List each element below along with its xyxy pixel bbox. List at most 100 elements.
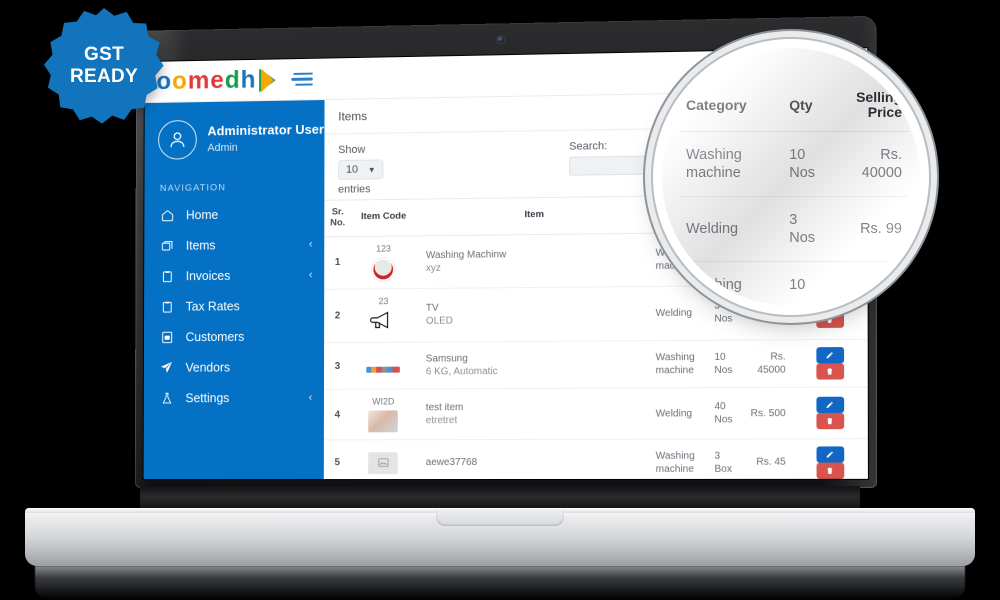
cell-item-code (351, 440, 416, 479)
sidebar-item-vendors[interactable]: Vendors (144, 351, 324, 383)
edit-pencil-icon[interactable] (816, 446, 844, 462)
trash-icon[interactable] (816, 312, 844, 328)
col-item-code[interactable]: Item Code (351, 199, 416, 236)
sidebar-item-label: Invoices (186, 268, 297, 283)
sidebar-item-label: Home (186, 207, 301, 222)
chevron-left-icon: ‹ (309, 238, 313, 250)
trash-icon[interactable] (816, 363, 844, 379)
mag-col-category: Category (680, 80, 783, 131)
sidebar-item-tax-rates[interactable]: Tax Rates (144, 290, 324, 322)
mag-cell-qty: 10 (783, 262, 832, 306)
cell-qty: 40 Nos (708, 388, 739, 439)
chevron-left-icon: ‹ (309, 391, 313, 403)
cell-sr-no: 4 (324, 389, 351, 439)
mag-cell-price: Rs. (833, 262, 908, 306)
cell-item: Samsung 6 KG, Automatic (416, 341, 650, 389)
sidebar-item-home[interactable]: Home (144, 198, 324, 231)
logo-arrow-yellow-icon (261, 68, 274, 92)
sidebar-item-label: Customers (186, 329, 301, 344)
scene: o o m e d h Administrator User Admin NAV… (0, 0, 1000, 600)
magnified-row: Washing machine 10 Nos Rs. 40000 (680, 131, 908, 196)
cell-price: Rs. 45000 (739, 340, 792, 388)
mag-cell-category: Washing (680, 262, 783, 306)
page-size-select[interactable]: 10 ▼ (338, 159, 383, 179)
cell-actions (792, 387, 868, 439)
cell-sr-no: 3 (324, 343, 351, 390)
base-notch (436, 510, 564, 526)
mag-col-selling-price: Selling Price (833, 80, 908, 131)
item-code-text: 23 (357, 296, 410, 308)
user-role: Admin (207, 140, 324, 154)
logo-letter: d (225, 68, 239, 93)
sidebar-item-label: Vendors (185, 360, 300, 374)
image-doc-icon (159, 329, 174, 344)
clipboard-icon (160, 269, 175, 284)
color-strip-icon (367, 367, 401, 373)
cell-item: Washing Machinw xyz (416, 233, 649, 288)
item-code-text: 123 (357, 243, 410, 255)
laptop-hinge (140, 486, 860, 510)
cell-qty: 10 Nos (708, 340, 739, 388)
item-name: test item (426, 401, 644, 415)
mag-cell-category: Washing machine (680, 131, 783, 196)
trash-icon[interactable] (816, 463, 844, 479)
sidebar-item-invoices[interactable]: Invoices ‹ (144, 259, 324, 291)
sidebar-profile[interactable]: Administrator User Admin (145, 114, 325, 160)
table-row[interactable]: 4 WI2D test item etretret Welding 40 Nos… (324, 387, 868, 440)
logo-letter: h (241, 68, 255, 93)
laptop-reflection (35, 566, 965, 600)
sidebar-item-items[interactable]: Items ‹ (144, 228, 324, 260)
cell-category: Welding (650, 388, 709, 439)
cell-item: TV OLED (416, 286, 650, 342)
cell-price: Rs. 500 (739, 388, 792, 439)
magnifier-lens: Category Qty Selling Price Washing machi… (662, 48, 920, 306)
mag-cell-price: Rs. 99 (833, 197, 908, 262)
sidebar-item-settings[interactable]: Settings ‹ (144, 382, 324, 413)
send-icon (159, 360, 174, 375)
laptop-base (25, 508, 975, 566)
badge-line-1: GST (84, 44, 124, 66)
badge-line-2: READY (70, 66, 138, 88)
cell-item: aewe37768 (416, 439, 650, 479)
sidebar: Administrator User Admin NAVIGATION Home (144, 100, 325, 479)
item-code-text: WI2D (357, 397, 410, 409)
logo-letter: o (172, 69, 186, 94)
sidebar-item-label: Settings (185, 390, 296, 404)
mag-cell-price: Rs. 40000 (833, 131, 908, 196)
show-label: Show (338, 144, 383, 157)
hamburger-bar (292, 78, 314, 81)
table-row[interactable]: 3 Samsung 6 KG, Automatic Washing machin… (324, 340, 868, 390)
hamburger-icon[interactable] (292, 72, 314, 86)
mag-cell-qty: 10 Nos (783, 131, 832, 196)
badge-text: GST READY (42, 4, 166, 128)
sidebar-item-customers[interactable]: Customers (144, 320, 324, 352)
item-sub: etretret (426, 414, 644, 428)
magnified-row: Welding 3 Nos Rs. 99 (680, 197, 908, 262)
webcam-icon (497, 36, 504, 43)
col-sr-no[interactable]: Sr. No. (324, 200, 351, 237)
hamburger-bar (294, 72, 314, 75)
mag-cell-category: Welding (680, 197, 783, 262)
magnified-row: Washing 10 Rs. (680, 262, 908, 306)
magnifier-content: Category Qty Selling Price Washing machi… (662, 48, 920, 306)
cell-item-code: WI2D (351, 389, 416, 440)
logo-letter: m (188, 69, 209, 94)
magnified-header-row: Category Qty Selling Price (680, 80, 908, 131)
item-sub: 6 KG, Automatic (426, 365, 644, 379)
cell-category: Washing machine (650, 341, 709, 389)
cell-qty: 3 Box (708, 439, 739, 479)
magnified-table: Category Qty Selling Price Washing machi… (680, 80, 908, 306)
col-item[interactable]: Item (416, 196, 649, 236)
edit-pencil-icon[interactable] (816, 397, 844, 413)
megaphone-icon (357, 309, 410, 335)
sidebar-item-label: Tax Rates (186, 298, 301, 313)
mag-cell-qty: 3 Nos (783, 197, 832, 262)
cell-category: Washing machine (650, 439, 709, 479)
edit-pencil-icon[interactable] (816, 347, 844, 363)
table-row[interactable]: 5 aewe37768 Washing machine 3 Box Rs. 45 (324, 439, 868, 479)
cell-price: Rs. 45 (739, 439, 792, 479)
cell-sr-no: 5 (324, 440, 351, 479)
brand-logo[interactable]: o o m e d h (156, 67, 274, 94)
trash-icon[interactable] (816, 413, 844, 429)
clipboard-icon (160, 299, 175, 314)
